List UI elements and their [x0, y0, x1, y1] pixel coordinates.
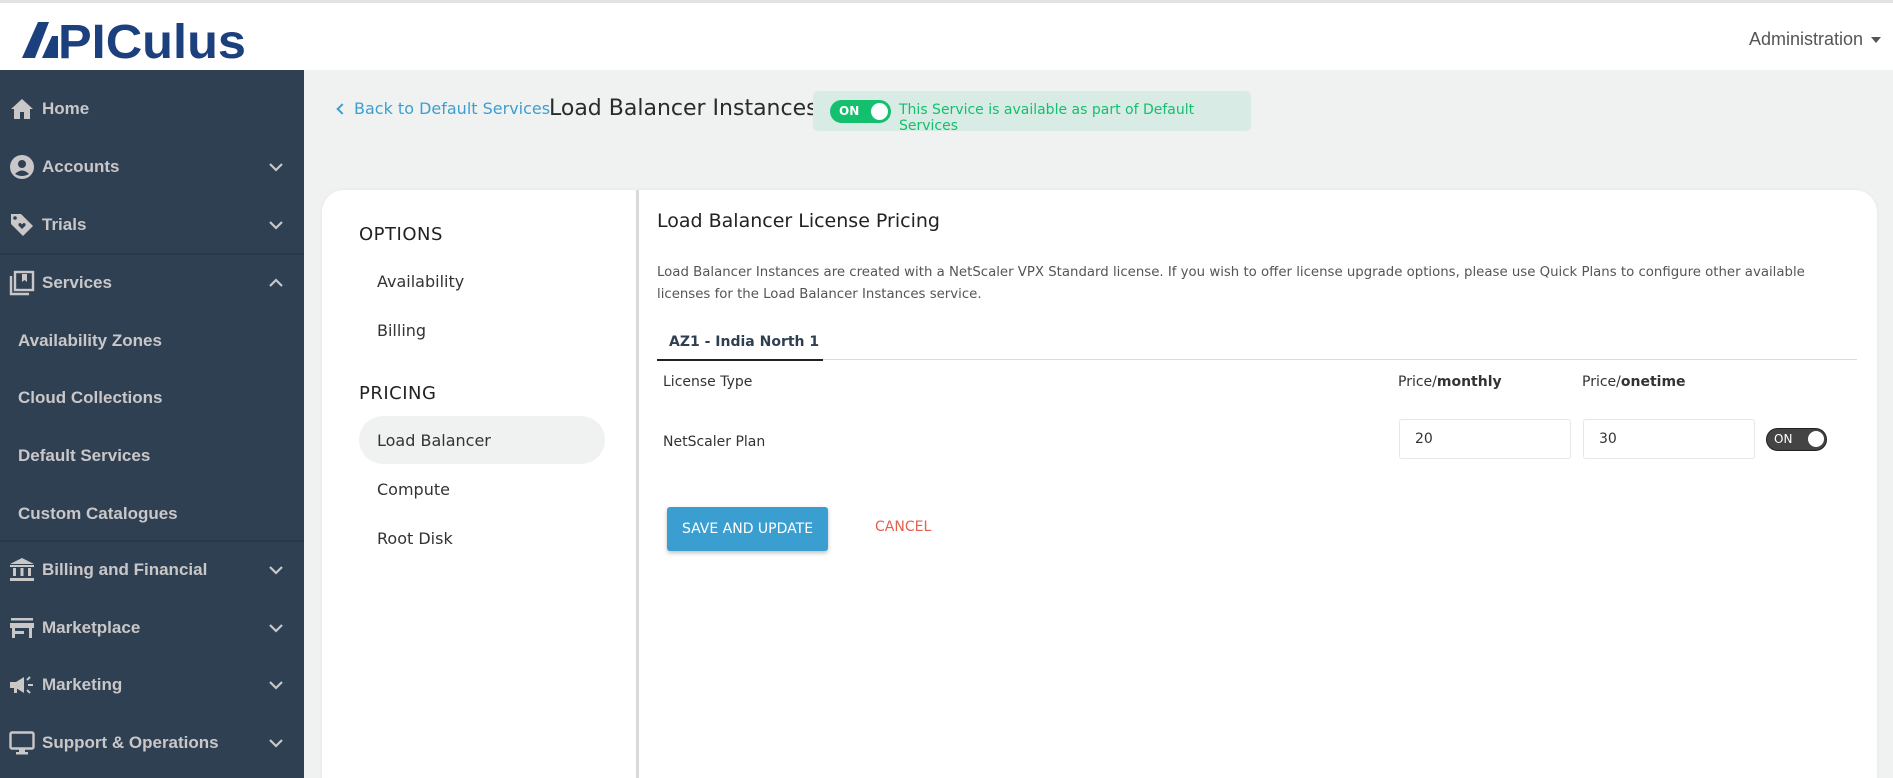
panel-divider [636, 190, 639, 778]
sidebar-subitem-label: Default Services [18, 446, 151, 465]
service-availability-toggle[interactable]: ON [830, 100, 891, 123]
sidebar-subitem-cloud-collections[interactable]: Cloud Collections [0, 370, 304, 426]
pricing-item-root-disk[interactable]: Root Disk [359, 514, 605, 562]
sidebar-item-label: Support & Operations [42, 733, 219, 752]
availability-banner: ON This Service is available as part of … [813, 91, 1251, 134]
sidebar-item-billing-financial[interactable]: Billing and Financial [0, 542, 304, 598]
sidebar-subitem-label: Availability Zones [18, 331, 162, 350]
license-type-cell: NetScaler Plan [663, 434, 766, 450]
account-circle-icon [9, 154, 35, 180]
sidebar-subitem-availability-zones[interactable]: Availability Zones [0, 313, 304, 369]
library-bookmark-icon [9, 270, 35, 296]
toggle-knob [1808, 431, 1824, 447]
administration-menu[interactable]: Administration [1749, 29, 1881, 50]
toggle-label: ON [839, 104, 860, 118]
chevron-down-icon [269, 566, 283, 575]
toggle-knob [871, 103, 888, 120]
back-link-label: Back to Default Services [354, 99, 551, 118]
option-availability[interactable]: Availability [359, 257, 605, 305]
svg-text:PICulus: PICulus [58, 16, 246, 60]
logo-wordmark: PICulus [22, 16, 246, 60]
toggle-label: ON [1774, 432, 1793, 446]
save-and-update-button[interactable]: SAVE AND UPDATE [667, 507, 828, 551]
column-header-period: monthly [1436, 374, 1502, 390]
chevron-down-icon [269, 624, 283, 633]
tab-az1-india-north-1[interactable]: AZ1 - India North 1 [657, 324, 823, 361]
tabs-divider [657, 359, 1857, 360]
column-header-price-monthly: Price/monthly [1398, 374, 1502, 390]
column-header-license-type: License Type [663, 374, 753, 390]
pricing-item-load-balancer[interactable]: Load Balancer [359, 416, 605, 464]
sidebar-item-label: Trials [42, 215, 87, 234]
back-to-default-services-link[interactable]: Back to Default Services [336, 99, 551, 118]
sidebar-item-accounts[interactable]: Accounts [0, 139, 304, 195]
chevron-down-icon [269, 681, 283, 690]
page-title: Load Balancer Instances [549, 96, 818, 121]
sidebar-subitem-custom-catalogues[interactable]: Custom Catalogues [0, 486, 304, 542]
column-header-prefix: Price/ [1398, 374, 1437, 390]
column-header-prefix: Price/ [1582, 374, 1621, 390]
section-description: Load Balancer Instances are created with… [657, 265, 1805, 302]
bank-icon [9, 557, 35, 583]
sidebar-item-label: Accounts [42, 157, 120, 176]
column-header-price-onetime: Price/onetime [1582, 374, 1686, 390]
tag-heart-icon [9, 212, 35, 238]
price-onetime-input[interactable] [1583, 419, 1755, 459]
chevron-down-icon [269, 739, 283, 748]
sidebar-item-label: Billing and Financial [42, 560, 208, 579]
pricing-item-compute[interactable]: Compute [359, 465, 605, 513]
options-heading: OPTIONS [359, 224, 443, 245]
administration-label: Administration [1748, 29, 1863, 49]
availability-message: This Service is available as part of Def… [899, 102, 1195, 134]
chevron-down-icon [269, 163, 283, 172]
caret-down-icon [1871, 36, 1881, 43]
option-billing[interactable]: Billing [359, 306, 605, 354]
monitor-icon [9, 730, 35, 756]
sidebar: Home Accounts Trials Services Availabili… [0, 70, 304, 778]
price-monthly-input[interactable] [1399, 419, 1571, 459]
column-header-period: onetime [1620, 374, 1686, 390]
pricing-heading: PRICING [359, 383, 437, 404]
chevron-left-icon [336, 102, 348, 115]
chevron-up-icon [269, 278, 283, 287]
sidebar-item-marketing[interactable]: Marketing [0, 657, 304, 713]
cancel-button[interactable]: CANCEL [875, 519, 931, 535]
sidebar-item-label: Services [42, 273, 112, 292]
sidebar-subitem-label: Cloud Collections [18, 388, 163, 407]
sidebar-item-home[interactable]: Home [0, 81, 304, 137]
home-icon [9, 96, 35, 122]
sidebar-subitem-default-services[interactable]: Default Services [0, 428, 304, 484]
top-bar: PICulus Administration [0, 0, 1893, 70]
sidebar-item-services[interactable]: Services [0, 255, 304, 311]
sidebar-item-marketplace[interactable]: Marketplace [0, 600, 304, 656]
sidebar-item-label: Home [42, 99, 90, 118]
storefront-icon [9, 615, 35, 641]
section-title: Load Balancer License Pricing [657, 210, 940, 232]
sidebar-item-label: Marketing [42, 675, 123, 694]
license-enable-toggle[interactable]: ON [1766, 428, 1827, 451]
sidebar-item-support-operations[interactable]: Support & Operations [0, 715, 304, 771]
apiculus-logo[interactable]: PICulus [22, 15, 248, 61]
sidebar-subitem-label: Custom Catalogues [18, 504, 178, 523]
sidebar-item-trials[interactable]: Trials [0, 197, 304, 253]
chevron-down-icon [269, 221, 283, 230]
sidebar-item-label: Marketplace [42, 618, 141, 637]
megaphone-icon [9, 672, 35, 698]
